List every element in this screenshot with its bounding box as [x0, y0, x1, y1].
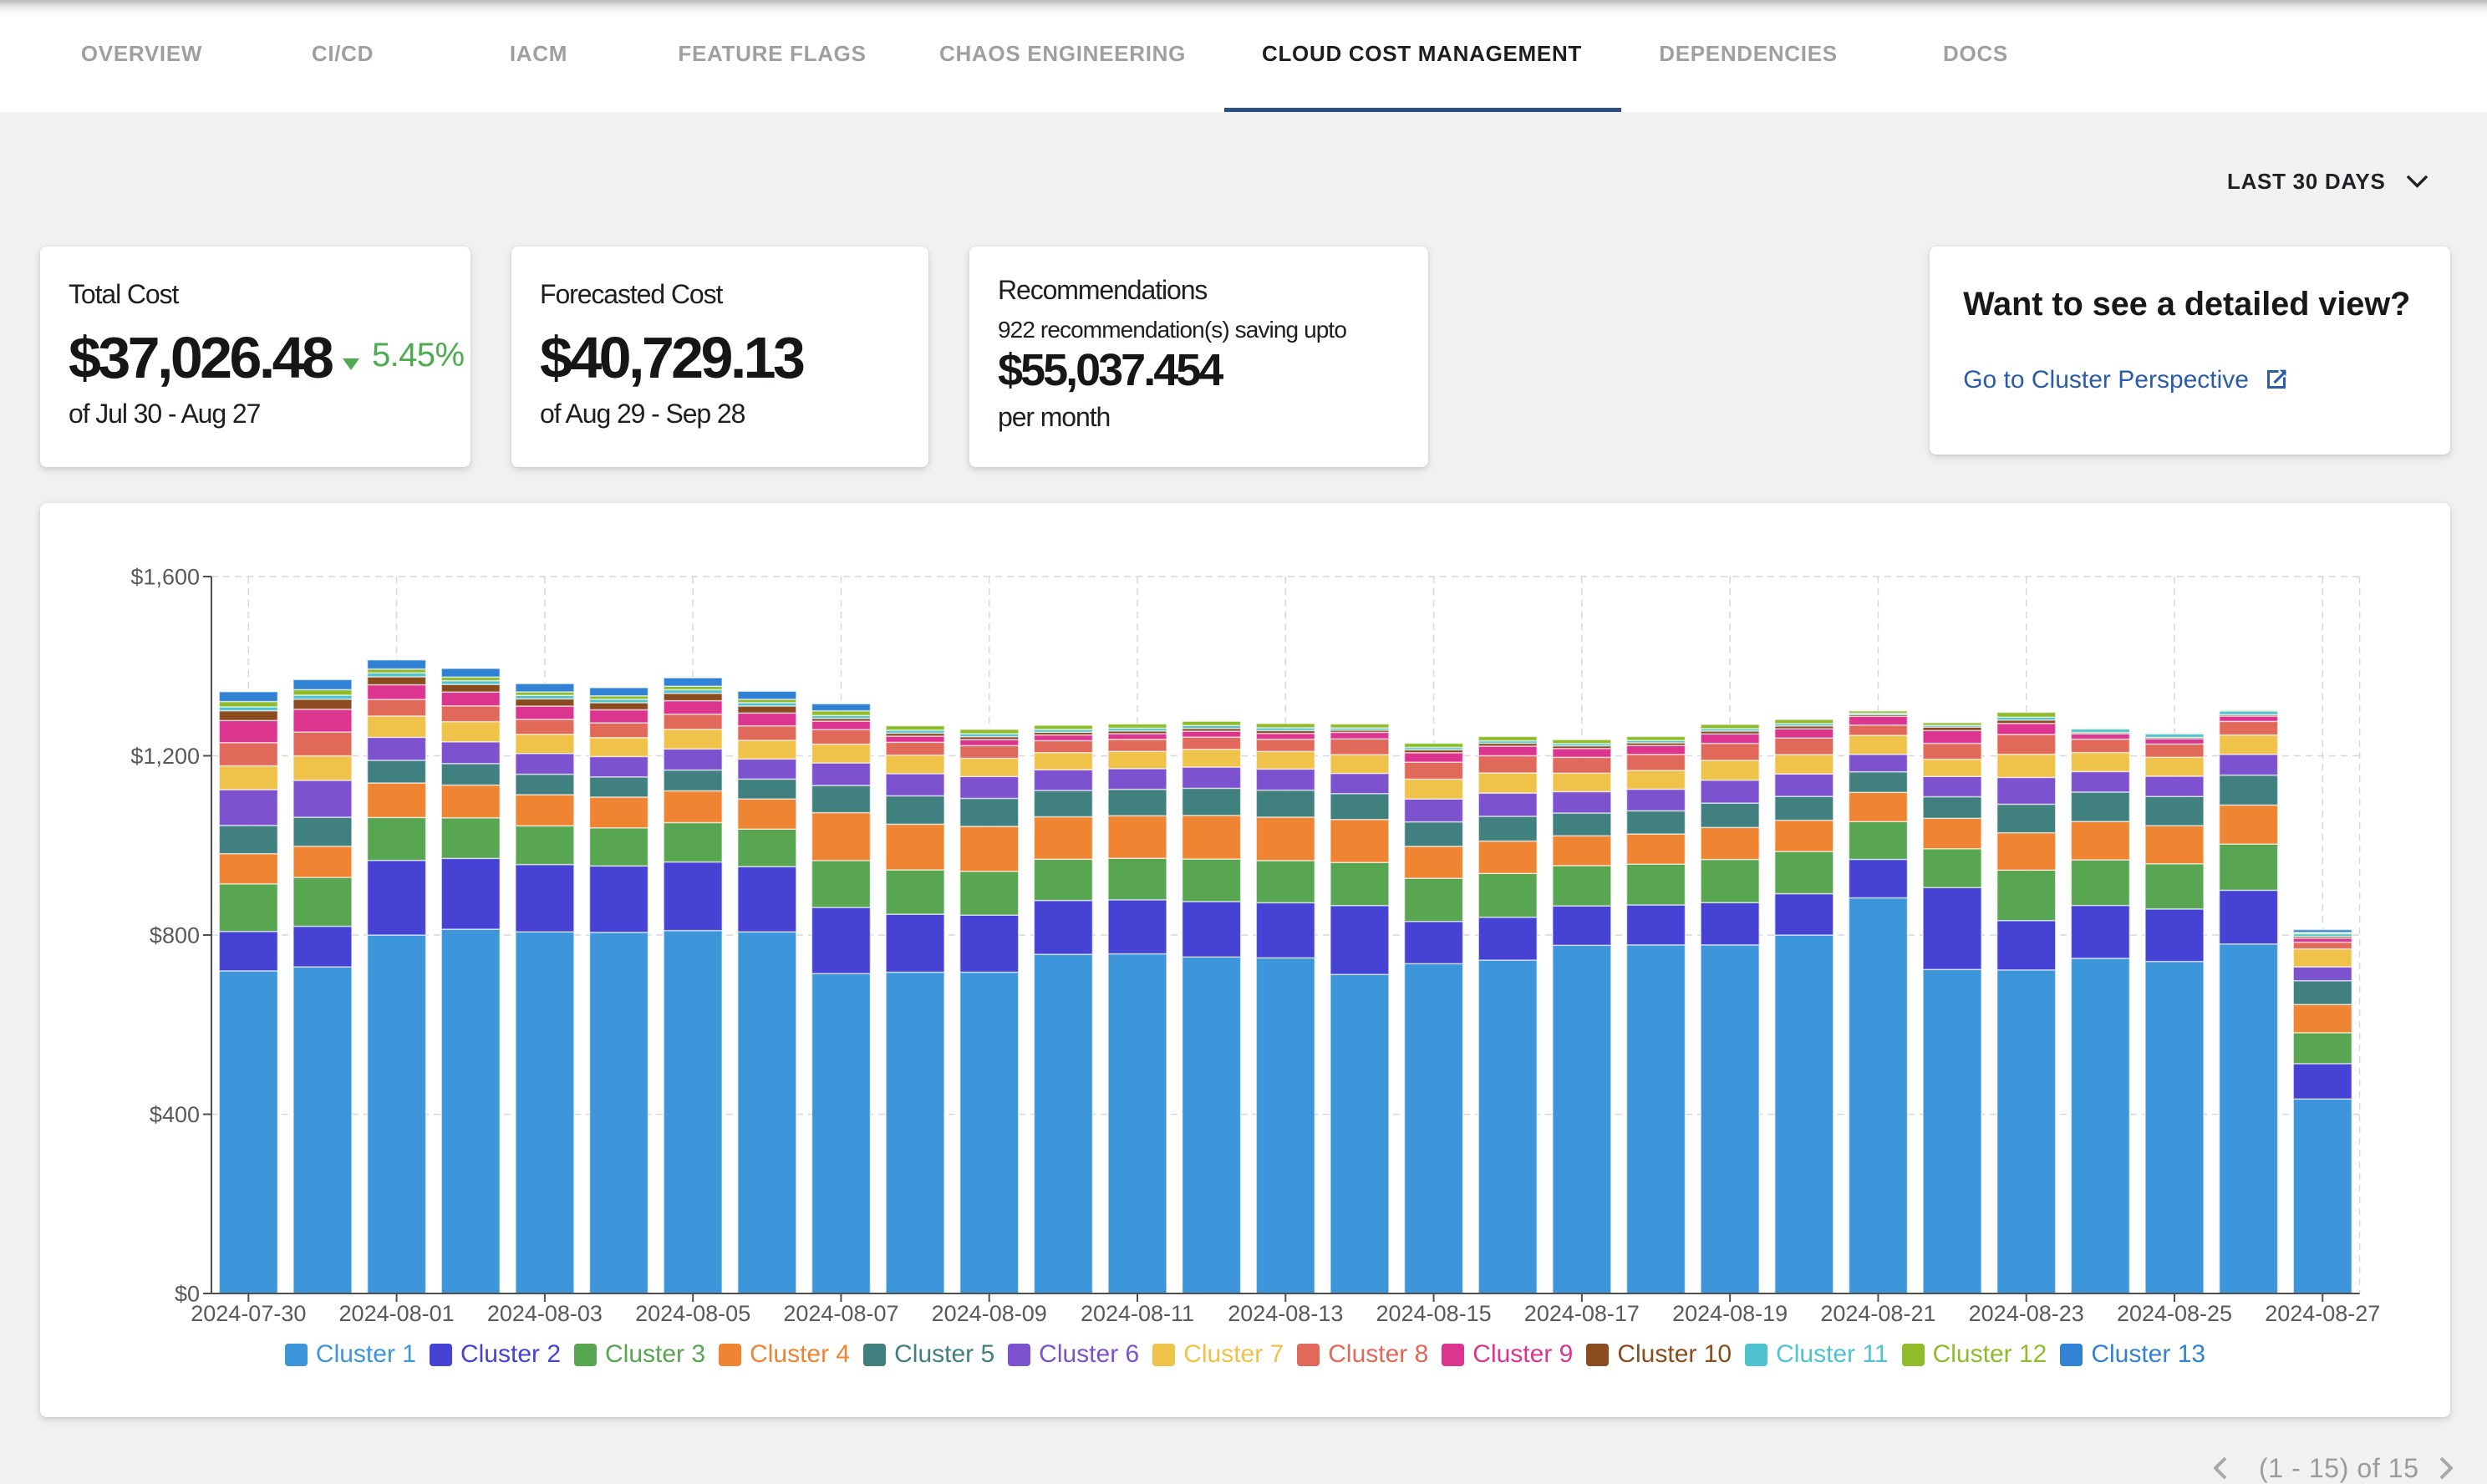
svg-text:2024-08-09: 2024-08-09 [932, 1301, 1047, 1326]
svg-text:$1,600: $1,600 [130, 564, 200, 589]
svg-text:2024-08-07: 2024-08-07 [783, 1301, 898, 1326]
svg-text:$800: $800 [150, 922, 200, 948]
svg-text:2024-08-13: 2024-08-13 [1228, 1301, 1343, 1326]
svg-text:2024-08-23: 2024-08-23 [1969, 1301, 2084, 1326]
svg-text:2024-07-30: 2024-07-30 [191, 1301, 306, 1326]
svg-text:2024-08-11: 2024-08-11 [1081, 1301, 1194, 1326]
svg-text:2024-08-25: 2024-08-25 [2117, 1301, 2232, 1326]
svg-text:2024-08-21: 2024-08-21 [1820, 1301, 1935, 1326]
svg-text:2024-08-03: 2024-08-03 [487, 1301, 603, 1326]
svg-text:$1,200: $1,200 [130, 744, 200, 769]
svg-text:2024-08-15: 2024-08-15 [1376, 1301, 1492, 1326]
svg-text:$400: $400 [150, 1102, 200, 1127]
svg-text:2024-08-19: 2024-08-19 [1672, 1301, 1788, 1326]
svg-text:2024-08-27: 2024-08-27 [2265, 1301, 2380, 1326]
svg-text:2024-08-05: 2024-08-05 [635, 1301, 750, 1326]
svg-text:2024-08-01: 2024-08-01 [339, 1301, 455, 1326]
svg-text:2024-08-17: 2024-08-17 [1524, 1301, 1640, 1326]
